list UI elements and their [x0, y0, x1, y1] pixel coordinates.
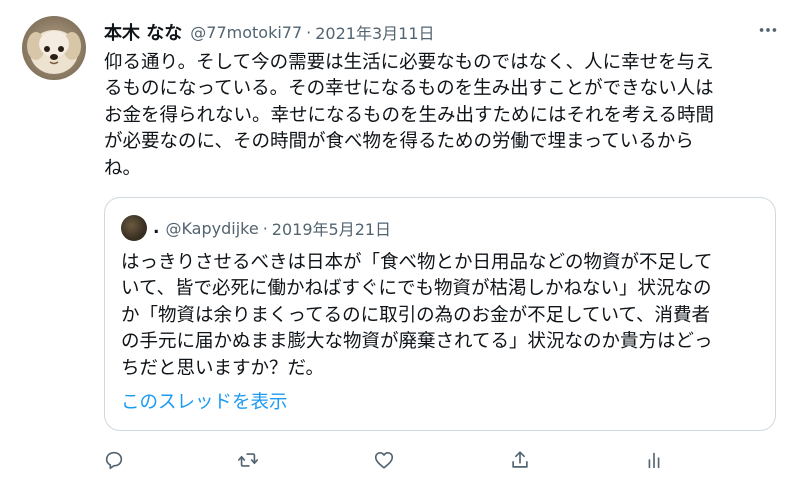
quoted-author-display-name: . [153, 218, 160, 238]
tweet-date[interactable]: 2021年3月11日 [315, 20, 434, 44]
reply-button[interactable] [96, 444, 132, 476]
separator-dot: · [306, 22, 312, 42]
author-avatar[interactable] [22, 16, 86, 80]
tweet-text-line: が必要なのに、その時間が食べ物を得るための労働で埋まっているから [104, 131, 694, 153]
quoted-author-avatar [121, 215, 147, 241]
share-button[interactable] [502, 444, 538, 476]
quoted-text-line: か「物資は余りまくってるのに取引の為のお金が不足していて、消費者 [121, 304, 711, 326]
tweet-text-line: お金を得られない。幸せになるものを生み出すためにはそれを考える時間 [104, 104, 714, 126]
quoted-tweet-header: . @Kapydijke · 2019年5月21日 [121, 215, 392, 241]
tweet-actions [96, 444, 676, 476]
more-horizontal-icon [759, 28, 777, 32]
separator-dot: · [262, 218, 268, 238]
tweet-text: 仰る通り。そして今の需要は生活に必要なものではなく、人に幸せを与え るものになっ… [104, 50, 774, 182]
tweet-header: 本木 なな @77motoki77 · 2021年3月11日 [104, 18, 435, 46]
author-display-name[interactable]: 本木 なな [104, 19, 182, 45]
show-thread-link[interactable]: このスレッドを表示 [121, 388, 288, 414]
quoted-tweet[interactable]: . @Kapydijke · 2019年5月21日 はっきりさせるべきは日本が「… [104, 197, 776, 431]
retweet-button[interactable] [230, 444, 266, 476]
dog-avatar-icon [22, 16, 86, 80]
quoted-author-handle: @Kapydijke [165, 218, 259, 238]
like-icon [374, 452, 394, 469]
analytics-button[interactable] [636, 444, 672, 476]
tweet-text-line: 仰る通り。そして今の需要は生活に必要なものではなく、人に幸せを与え [104, 52, 714, 73]
quoted-text-line: はっきりさせるべきは日本が「食べ物とか日用品などの物資が不足して [121, 252, 713, 273]
more-options-button[interactable] [752, 14, 784, 46]
retweet-icon [238, 453, 258, 467]
quoted-text-line: の手元に届かぬまま膨大な物資が廃棄されてる」状況なのか貴方はどっ [121, 331, 713, 353]
quoted-tweet-date: 2019年5月21日 [271, 220, 392, 239]
quoted-text-line: いて、皆で必死に働かねばすぐにでも物資が枯渇しかねない」状況なの [121, 278, 712, 300]
share-icon [512, 451, 528, 468]
tweet: 本木 なな @77motoki77 · 2021年3月11日 仰る通り。そして今… [0, 0, 800, 488]
reply-icon [105, 451, 123, 470]
like-button[interactable] [366, 444, 402, 476]
analytics-icon [648, 452, 660, 469]
quoted-text-line: ちだと思いますか？だ。 [121, 357, 324, 379]
tweet-text-line: るものになっている。その幸せになるものを生み出すことができない人は [104, 78, 714, 100]
tweet-text-line: ね。 [104, 157, 142, 179]
quoted-tweet-text: はっきりさせるべきは日本が「食べ物とか日用品などの物資が不足して いて、皆で必死… [121, 250, 761, 382]
author-handle[interactable]: @77motoki77 [190, 23, 302, 42]
